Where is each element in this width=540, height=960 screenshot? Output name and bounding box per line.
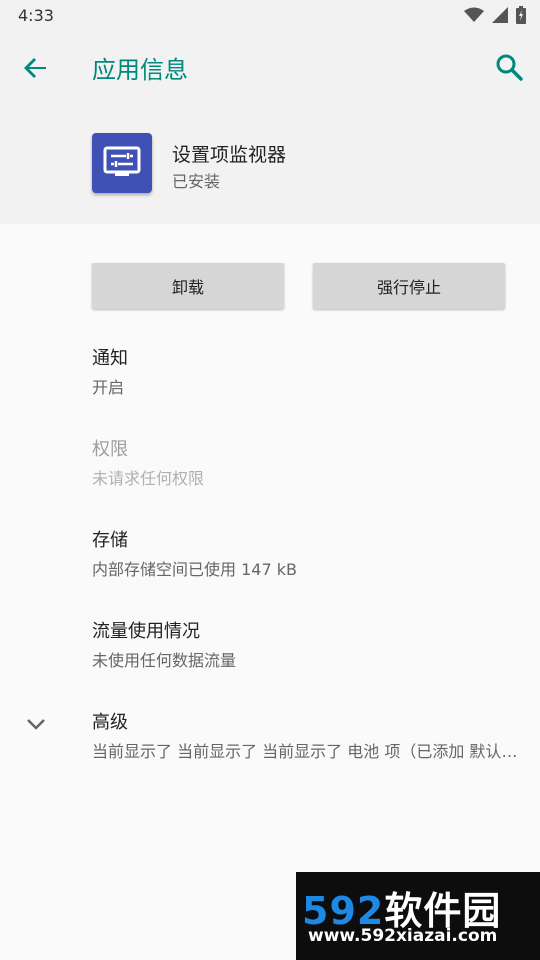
watermark-url: www.592xiazai.com <box>308 926 498 946</box>
pref-permissions: 权限 未请求任何权限 <box>0 435 540 521</box>
back-arrow-icon[interactable] <box>20 52 52 84</box>
app-bar: 应用信息 <box>0 32 540 102</box>
app-install-status: 已安装 <box>172 172 221 191</box>
pref-storage[interactable]: 存储 内部存储空间已使用 147 kB <box>0 526 540 612</box>
force-stop-button[interactable]: 强行停止 <box>313 263 505 309</box>
status-bar: 4:33 <box>0 0 540 32</box>
page-title: 应用信息 <box>92 56 188 84</box>
status-icons <box>464 6 526 24</box>
chevron-down-icon[interactable] <box>24 712 48 740</box>
wifi-icon <box>464 7 484 23</box>
battery-icon <box>516 6 526 24</box>
app-header: 设置项监视器 已安装 <box>0 102 540 224</box>
pref-notifications[interactable]: 通知 开启 <box>0 344 540 430</box>
app-name: 设置项监视器 <box>172 144 287 166</box>
pref-summary: 开启 <box>92 378 125 397</box>
pref-summary: 未请求任何权限 <box>92 469 205 488</box>
pref-summary: 当前显示了 当前显示了 当前显示了 电池 项（已添加 默认打开） <box>92 742 518 761</box>
app-icon <box>92 133 152 193</box>
search-icon[interactable] <box>494 52 524 82</box>
pref-title: 流量使用情况 <box>92 621 200 642</box>
signal-icon <box>492 7 508 23</box>
pref-title: 高级 <box>92 712 128 733</box>
pref-title: 权限 <box>92 439 128 460</box>
watermark: 592软件园 www.592xiazai.com <box>296 872 540 960</box>
pref-title: 通知 <box>92 348 128 369</box>
pref-advanced[interactable]: 高级 当前显示了 当前显示了 当前显示了 电池 项（已添加 默认打开） <box>0 708 540 794</box>
pref-summary: 内部存储空间已使用 147 kB <box>92 560 297 579</box>
pref-data-usage[interactable]: 流量使用情况 未使用任何数据流量 <box>0 617 540 703</box>
pref-summary: 未使用任何数据流量 <box>92 651 237 670</box>
pref-title: 存储 <box>92 530 128 551</box>
uninstall-button[interactable]: 卸载 <box>92 263 284 309</box>
status-time: 4:33 <box>18 6 54 25</box>
monitor-icon <box>103 146 141 176</box>
